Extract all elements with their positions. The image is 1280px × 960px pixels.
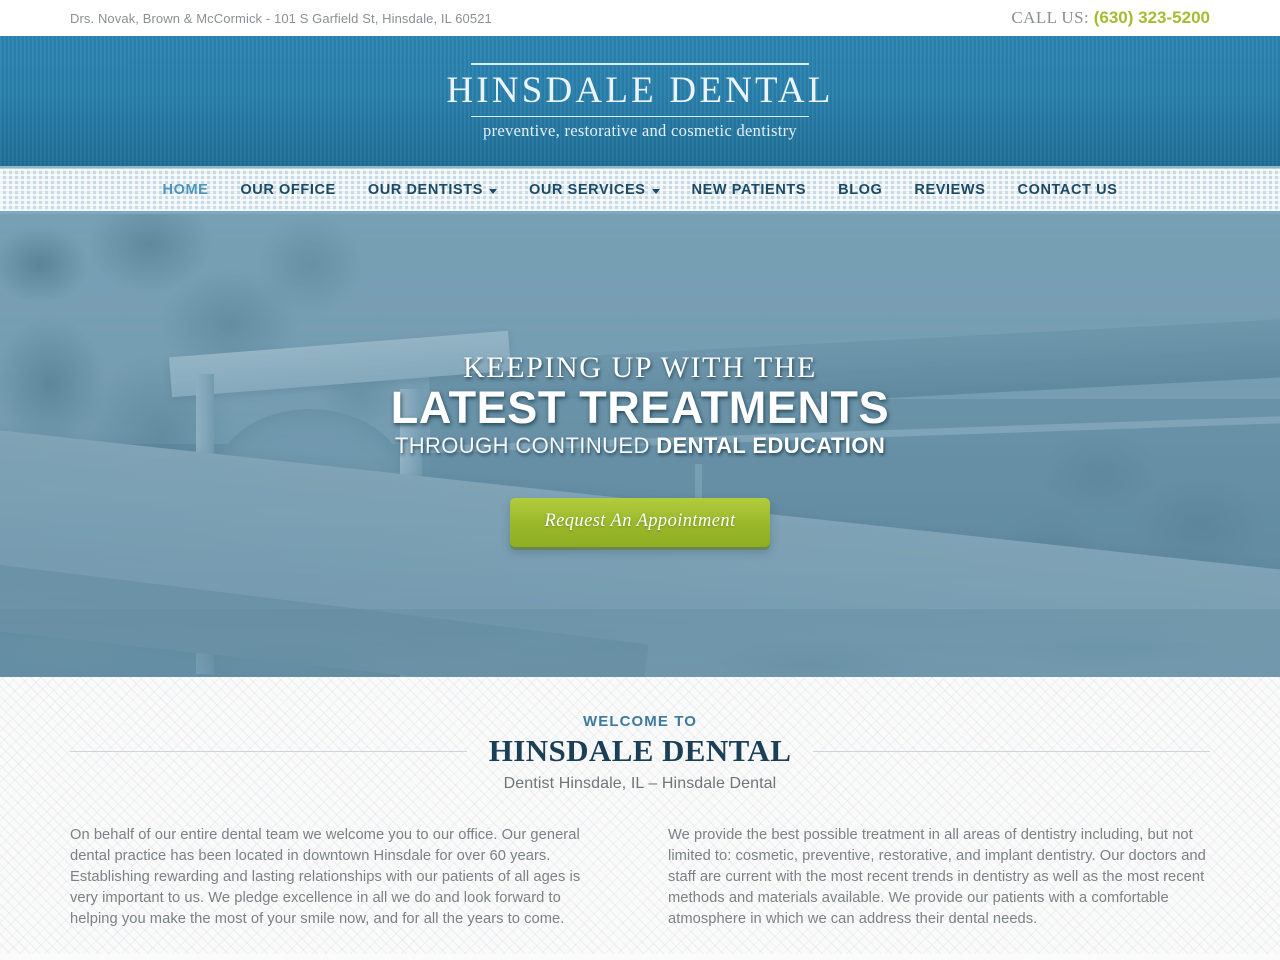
welcome-title-row: HINSDALE DENTAL [70,733,1211,769]
nav-item-label: NEW PATIENTS [691,182,807,198]
welcome-columns: On behalf of our entire dental team we w… [70,825,1210,930]
practice-address: Drs. Novak, Brown & McCormick - 101 S Ga… [70,10,492,26]
nav-item-reviews[interactable]: REVIEWS [898,182,1001,198]
welcome-subtitle: Dentist Hinsdale, IL – Hinsdale Dental [503,775,777,792]
nav-item-new-patients[interactable]: NEW PATIENTS [676,182,823,198]
chevron-down-icon [488,188,497,194]
hero-headline-line2: LATEST TREATMENTS [390,382,890,433]
nav-item-label: OUR DENTISTS [367,182,483,198]
meet-our-dentists-heading: MEET OUR DENTISTS [70,956,1210,960]
top-utility-bar: Drs. Novak, Brown & McCormick - 101 S Ga… [0,0,1280,36]
nav-item-home[interactable]: HOME [147,182,225,198]
nav-item-contact-us[interactable]: CONTACT US [1002,182,1134,198]
logo-rule-bottom [470,116,809,118]
welcome-rule-right [813,750,1211,752]
welcome-rule-left [70,750,467,752]
hero-content: KEEPING UP WITH THE LATEST TREATMENTS TH… [0,214,1280,677]
logo-rule-top [470,62,809,65]
welcome-paragraph-right: We provide the best possible treatment i… [668,827,1206,928]
request-appointment-button[interactable]: Request An Appointment [510,498,770,548]
welcome-title: HINSDALE DENTAL [488,733,792,768]
hero-line3-plain: THROUGH CONTINUED [394,432,657,458]
nav-item-label: BLOG [838,182,883,198]
hero-line3-bold: DENTAL EDUCATION [656,432,886,458]
call-us-block: CALL US: (630) 323-5200 [1011,8,1210,28]
site-header: HINSDALE DENTAL preventive, restorative … [0,36,1280,168]
nav-item-label: OUR SERVICES [528,182,646,198]
nav-item-label: HOME [162,182,209,198]
nav-item-label: CONTACT US [1017,182,1118,198]
welcome-heading-group: WELCOME TO HINSDALE DENTAL Dentist Hinsd… [70,677,1211,793]
site-logo[interactable]: HINSDALE DENTAL preventive, restorative … [446,61,833,142]
hero-banner: KEEPING UP WITH THE LATEST TREATMENTS TH… [0,214,1280,677]
welcome-paragraph-left: On behalf of our entire dental team we w… [70,827,581,928]
nav-item-label: OUR OFFICE [240,182,336,198]
chevron-down-icon [651,188,660,194]
phone-number-link[interactable]: (630) 323-5200 [1094,8,1210,27]
logo-tagline: preventive, restorative and cosmetic den… [483,121,797,141]
call-us-label: CALL US: [1011,8,1090,27]
nav-item-our-office[interactable]: OUR OFFICE [224,182,351,198]
welcome-eyebrow: WELCOME TO [582,713,698,730]
nav-item-our-dentists[interactable]: OUR DENTISTS [352,182,513,198]
hero-headline-line1: KEEPING UP WITH THE [463,351,817,384]
hero-headline-line3: THROUGH CONTINUED DENTAL EDUCATION [394,432,886,458]
welcome-section: WELCOME TO HINSDALE DENTAL Dentist Hinsd… [0,677,1280,960]
nav-item-label: REVIEWS [914,182,986,198]
main-navigation[interactable]: HOME OUR OFFICE OUR DENTISTS OUR SERVICES NE… [0,168,1280,214]
nav-item-blog[interactable]: BLOG [822,182,898,198]
logo-name: HINSDALE DENTAL [446,69,834,111]
nav-item-our-services[interactable]: OUR SERVICES [513,182,676,198]
